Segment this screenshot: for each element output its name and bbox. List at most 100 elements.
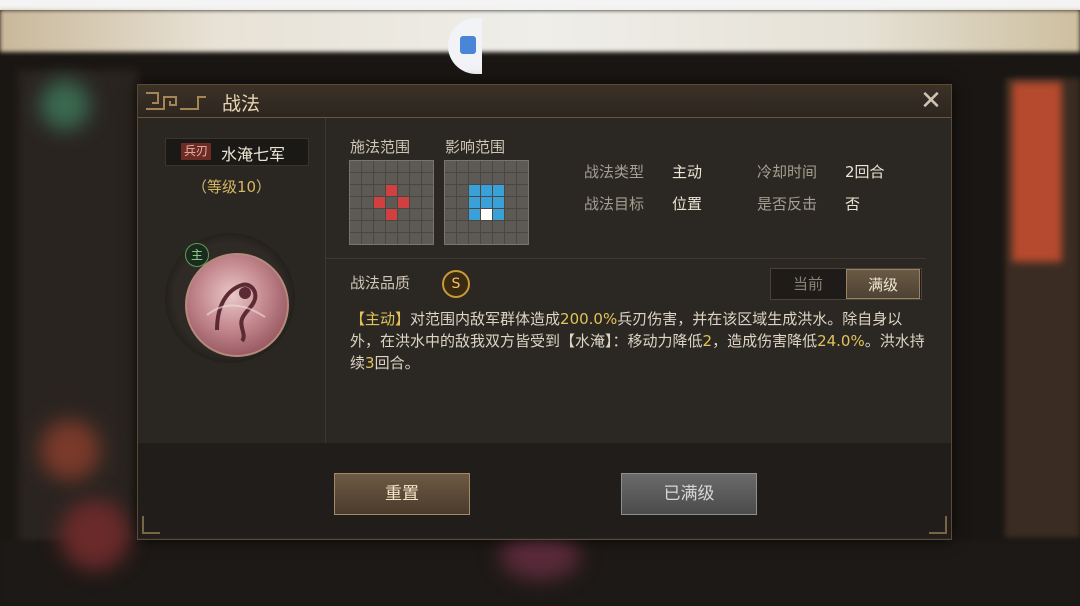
- effect-range-grid: [444, 160, 529, 245]
- grid-cell: [386, 221, 397, 232]
- dialog-titlebar: 战法 ✕: [138, 85, 951, 118]
- dialog-title: 战法: [222, 93, 261, 115]
- reset-button[interactable]: 重置: [334, 473, 470, 515]
- grid-cell: [398, 197, 409, 208]
- grid-cell: [481, 161, 492, 172]
- grid-cell: [398, 233, 409, 244]
- cooldown-label: 冷却时间: [757, 163, 818, 181]
- grid-cell: [350, 221, 361, 232]
- grid-cell: [350, 161, 361, 172]
- close-icon[interactable]: ✕: [917, 87, 945, 115]
- grid-cell: [457, 161, 468, 172]
- grid-cell: [493, 173, 504, 184]
- title-ornament-icon: [146, 92, 206, 110]
- grid-cell: [445, 221, 456, 232]
- grid-cell: [422, 209, 433, 220]
- grid-cell: [445, 197, 456, 208]
- skill-tag: 兵刃: [181, 143, 212, 160]
- grid-cell: [410, 233, 421, 244]
- grid-cell: [505, 233, 516, 244]
- grid-cell: [493, 161, 504, 172]
- grid-cell: [517, 173, 528, 184]
- level-toggle: 当前 满级: [770, 268, 922, 300]
- cast-range-grid: [349, 160, 434, 245]
- grid-cell: [469, 197, 480, 208]
- maxed-button[interactable]: 已满级: [621, 473, 757, 515]
- counter-value: 否: [845, 195, 861, 213]
- grid-cell: [481, 233, 492, 244]
- grid-cell: [469, 161, 480, 172]
- tab-max-level[interactable]: 满级: [846, 269, 920, 299]
- grid-cell: [505, 197, 516, 208]
- skill-name-box: 兵刃 水淹七军: [165, 138, 309, 166]
- divider: [326, 258, 926, 259]
- grid-cell: [386, 161, 397, 172]
- grid-cell: [410, 185, 421, 196]
- effect-range-label: 影响范围: [445, 138, 506, 156]
- grid-cell: [457, 197, 468, 208]
- grid-cell: [493, 197, 504, 208]
- grid-cell: [493, 221, 504, 232]
- grid-cell: [374, 185, 385, 196]
- grid-cell: [445, 161, 456, 172]
- grid-cell: [457, 173, 468, 184]
- grid-cell: [505, 161, 516, 172]
- desc-duration: 3: [365, 354, 375, 372]
- cast-range-label: 施法范围: [350, 138, 411, 156]
- desc-damage-rate: 200.0%: [560, 310, 618, 328]
- skill-description: 【主动】对范围内敌军群体造成200.0%兵刃伤害，并在该区域生成洪水。除自身以外…: [350, 308, 930, 374]
- grid-cell: [469, 209, 480, 220]
- grid-cell: [422, 185, 433, 196]
- grid-cell: [505, 185, 516, 196]
- grid-cell: [422, 173, 433, 184]
- grid-cell: [517, 197, 528, 208]
- grid-cell: [422, 233, 433, 244]
- grid-cell: [481, 173, 492, 184]
- grid-cell: [398, 185, 409, 196]
- grid-cell: [469, 173, 480, 184]
- grid-cell: [445, 185, 456, 196]
- grid-cell: [374, 161, 385, 172]
- grid-cell: [422, 161, 433, 172]
- grid-cell: [350, 233, 361, 244]
- corner-ornament: [142, 516, 160, 534]
- grid-cell: [386, 209, 397, 220]
- type-label: 战法类型: [584, 163, 645, 181]
- grid-cell: [350, 197, 361, 208]
- target-label: 战法目标: [584, 195, 645, 213]
- grid-cell: [469, 185, 480, 196]
- dialog-footer: 重置 已满级: [138, 443, 951, 538]
- grid-cell: [445, 233, 456, 244]
- grid-cell: [410, 197, 421, 208]
- grid-cell: [445, 209, 456, 220]
- target-value: 位置: [672, 195, 703, 213]
- grid-cell: [386, 233, 397, 244]
- skill-details: 施法范围 影响范围 战法类型 主动 战法目标 位置 冷却时间 2回合 是否反击 …: [326, 118, 951, 443]
- grid-cell: [493, 209, 504, 220]
- grid-cell: [422, 197, 433, 208]
- grid-cell: [374, 197, 385, 208]
- grid-cell: [517, 185, 528, 196]
- tab-current[interactable]: 当前: [771, 269, 845, 299]
- grid-cell: [410, 221, 421, 232]
- corner-ornament: [929, 516, 947, 534]
- grid-cell: [362, 173, 373, 184]
- grid-cell: [457, 221, 468, 232]
- desc-damage-reduction: 24.0%: [817, 332, 865, 350]
- grid-cell: [362, 161, 373, 172]
- active-badge: 主: [185, 243, 209, 267]
- grid-cell: [398, 221, 409, 232]
- grid-cell: [481, 197, 492, 208]
- grid-cell: [350, 185, 361, 196]
- grid-cell: [410, 209, 421, 220]
- desc-text: 对范围内敌军群体造成: [410, 310, 561, 328]
- grid-cell: [398, 173, 409, 184]
- grid-cell: [398, 209, 409, 220]
- grid-cell: [422, 221, 433, 232]
- grid-cell: [374, 221, 385, 232]
- skill-summary: 兵刃 水淹七军 （等级10） 主: [138, 118, 326, 443]
- grid-cell: [410, 161, 421, 172]
- grid-cell: [517, 233, 528, 244]
- grid-cell: [481, 209, 492, 220]
- grid-cell: [517, 221, 528, 232]
